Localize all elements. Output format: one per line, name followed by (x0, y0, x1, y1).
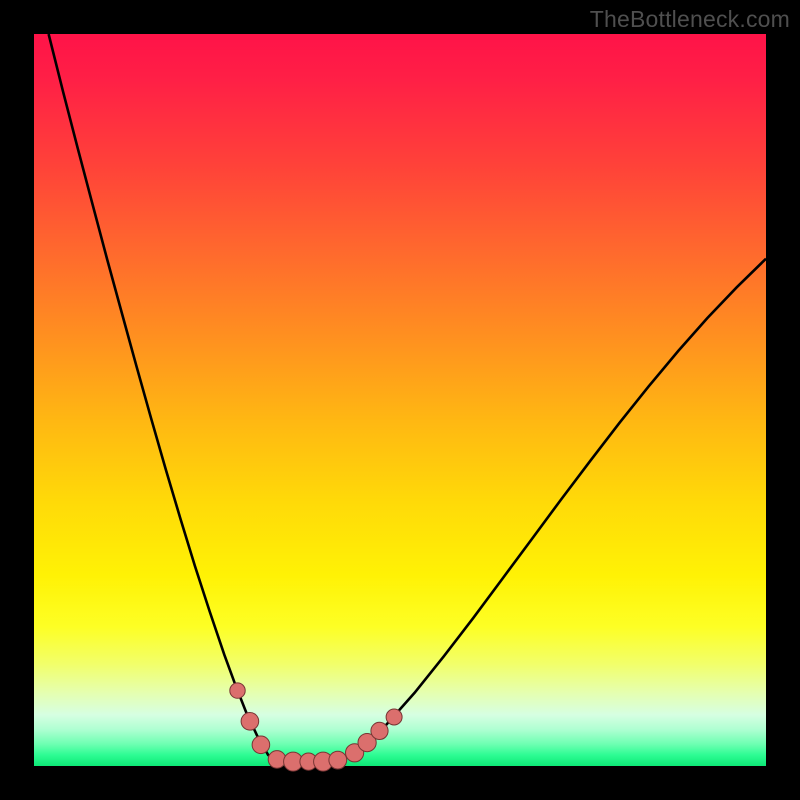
curve-marker (230, 683, 245, 698)
watermark-text: TheBottleneck.com (590, 6, 790, 33)
bottleneck-curve (49, 34, 766, 762)
curve-marker (386, 709, 402, 725)
curve-marker (241, 713, 259, 731)
curve-marker (329, 751, 347, 769)
curve-marker (252, 736, 270, 754)
curve-marker (268, 751, 286, 769)
chart-svg (34, 34, 766, 766)
curve-marker (371, 722, 388, 739)
plot-area (34, 34, 766, 766)
outer-frame: TheBottleneck.com (0, 0, 800, 800)
marker-group (230, 683, 402, 771)
